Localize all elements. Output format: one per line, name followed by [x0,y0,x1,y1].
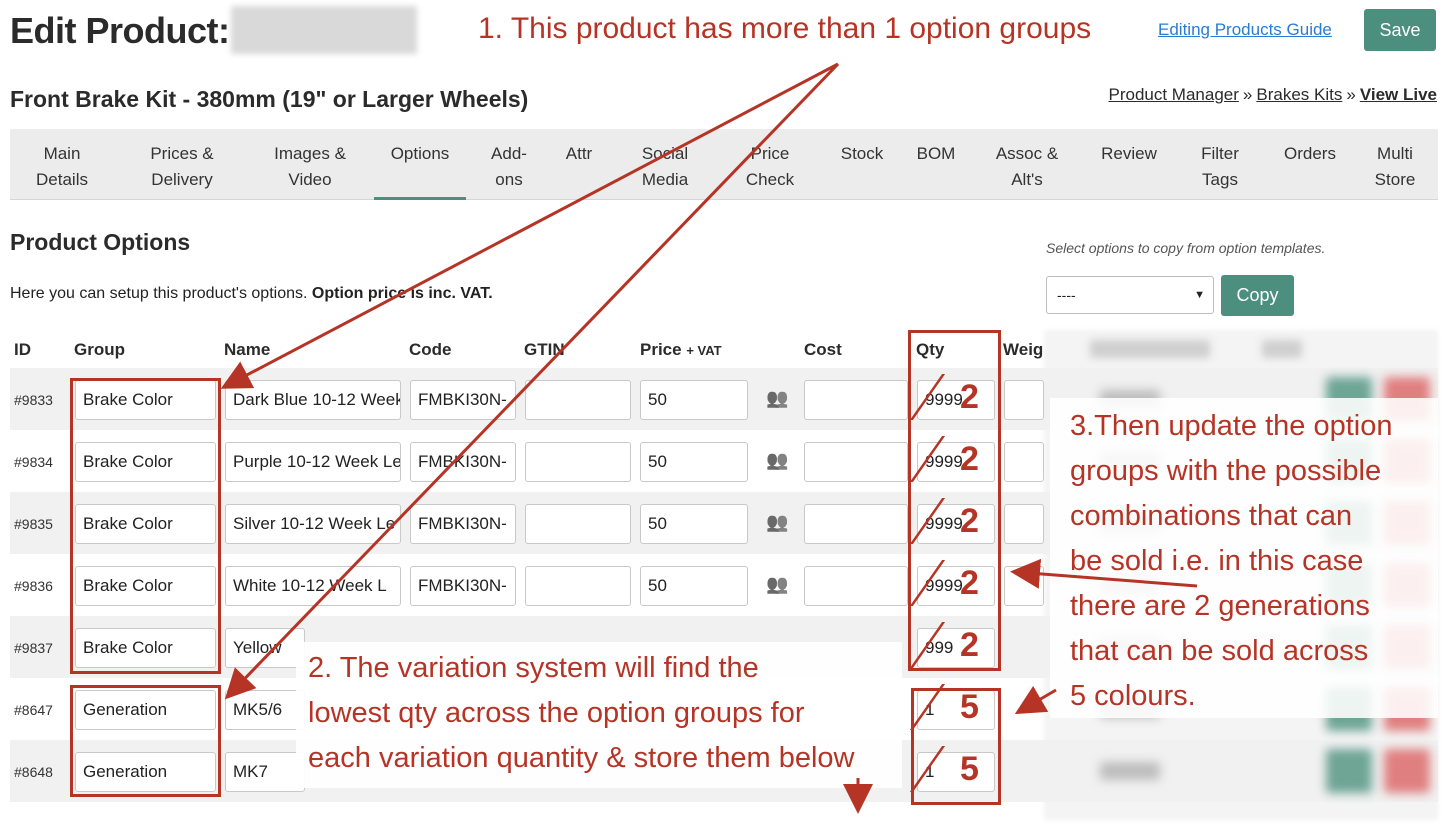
arrow-to-qty-generation [1014,685,1057,715]
arrow-to-brake-color [220,62,839,389]
arrow-to-qty-colors [1010,558,1198,589]
arrow-to-generation [224,62,840,700]
annotation-arrows [220,62,1198,814]
